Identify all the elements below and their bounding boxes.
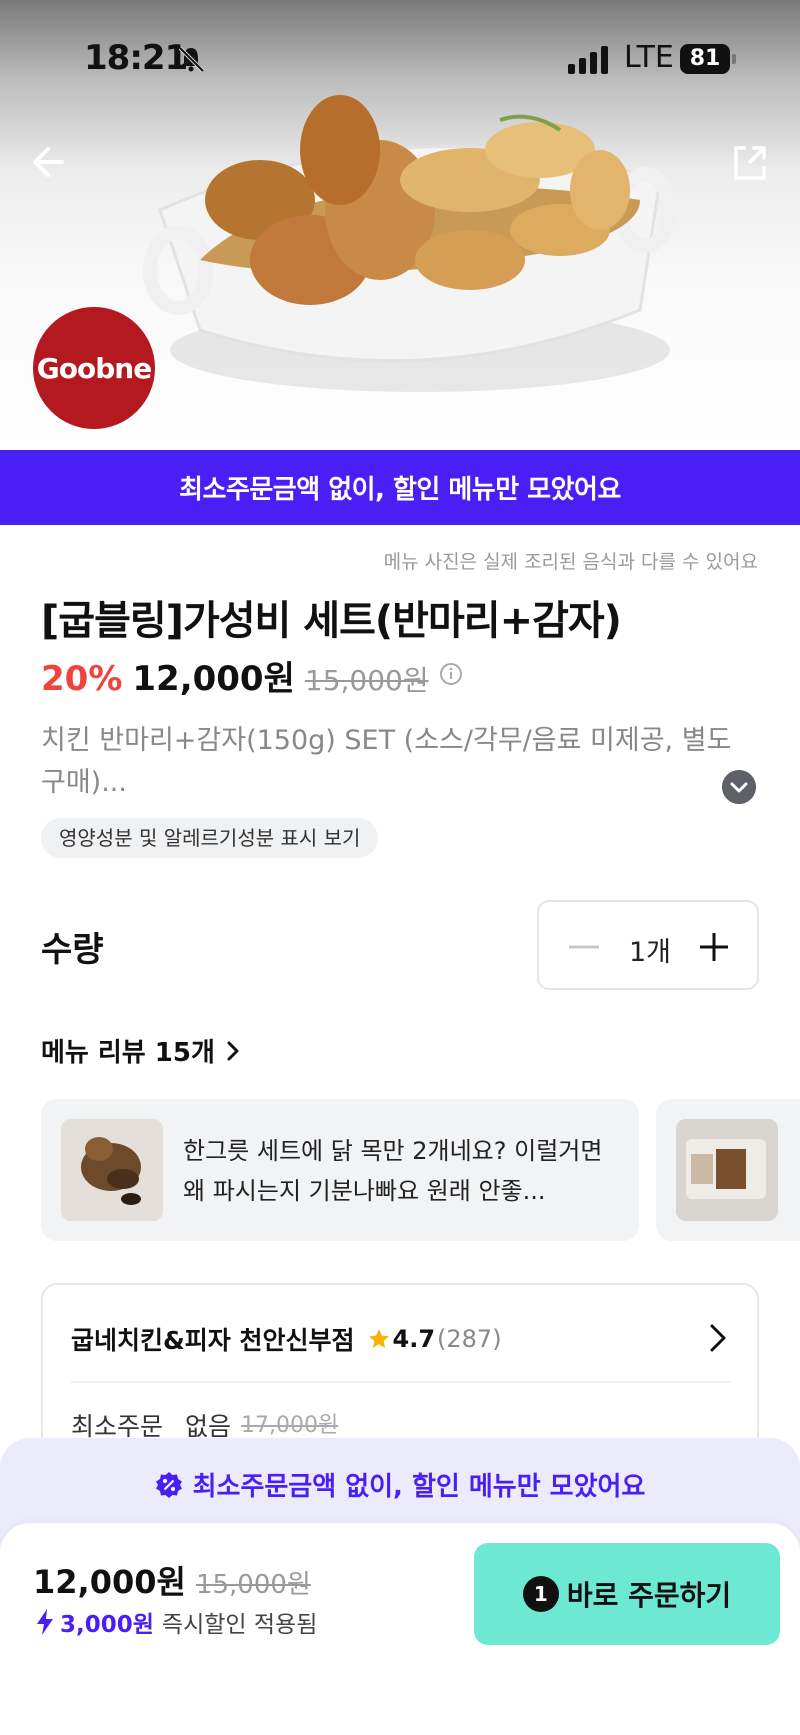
sale-price: 12,000원 bbox=[132, 659, 295, 699]
order-bottom-sheet: 최소주문금액 없이, 할인 메뉴만 모았어요 12,000원 15,000원 3… bbox=[0, 1438, 800, 1735]
instant-discount-row: 3,000원 즉시할인 적용됨 bbox=[36, 1605, 317, 1639]
order-summary-bar: 12,000원 15,000원 3,000원 즉시할인 적용됨 1 바로 주문하… bbox=[0, 1523, 800, 1735]
share-icon[interactable] bbox=[728, 140, 772, 184]
star-icon bbox=[368, 1329, 389, 1348]
review-count: 메뉴 리뷰 15개 bbox=[41, 1038, 215, 1068]
quantity-stepper: 1개 bbox=[537, 900, 759, 990]
saving-label: 즉시할인 적용됨 bbox=[161, 1612, 318, 1638]
plus-icon[interactable] bbox=[697, 930, 731, 964]
chevron-right-icon[interactable] bbox=[703, 1321, 733, 1355]
review-card[interactable] bbox=[656, 1099, 800, 1241]
chevron-right-icon bbox=[227, 1041, 239, 1060]
battery-level: 81 bbox=[680, 44, 730, 74]
arrow-left-icon[interactable] bbox=[28, 140, 72, 184]
saving-amount: 3,000원 bbox=[60, 1612, 154, 1638]
bottom-promo-text: 최소주문금액 없이, 할인 메뉴만 모았어요 bbox=[192, 1472, 646, 1502]
divider bbox=[71, 1381, 731, 1383]
lightning-icon bbox=[37, 1609, 53, 1635]
chevron-down-icon[interactable] bbox=[722, 770, 756, 804]
order-button-label: 바로 주문하기 bbox=[566, 1579, 732, 1612]
photo-disclaimer: 메뉴 사진은 실제 조리된 음식과 다를 수 있어요 bbox=[383, 551, 758, 573]
brand-logo-text: Goobne bbox=[36, 351, 152, 385]
signal-strength-icon bbox=[568, 46, 608, 74]
menu-title: [굽블링]가성비 세트(반마리+감자) bbox=[41, 598, 622, 644]
store-rating-count: (287) bbox=[437, 1325, 502, 1353]
status-bar: 18:21 LTE 81 bbox=[0, 0, 800, 120]
battery-indicator: 81 bbox=[680, 44, 736, 74]
promo-banner-text: 최소주문금액 없이, 할인 메뉴만 모았어요 bbox=[179, 475, 621, 505]
bell-muted-icon bbox=[178, 46, 205, 73]
discount-rate: 20% bbox=[41, 659, 123, 699]
store-rating: 4.7 bbox=[392, 1325, 436, 1353]
total-original-price: 15,000원 bbox=[195, 1570, 311, 1600]
store-name-row: 굽네치킨&피자 천안신부점 4.7 (287) bbox=[71, 1321, 502, 1357]
nutrition-info-button[interactable]: 영양성분 및 알레르기성분 표시 보기 bbox=[41, 818, 379, 858]
review-card[interactable]: 한그릇 세트에 닭 목만 2개네요? 이럴거면 왜 파시는지 기분나빠요 원래 … bbox=[41, 1099, 639, 1241]
order-count-badge: 1 bbox=[522, 1576, 559, 1612]
hero-image-area: 18:21 LTE 81 Goobne bbox=[0, 0, 800, 450]
original-price: 15,000원 bbox=[304, 664, 429, 697]
promo-banner[interactable]: 최소주문금액 없이, 할인 메뉴만 모았어요 bbox=[0, 450, 800, 525]
discount-badge-icon bbox=[155, 1471, 182, 1498]
store-name: 굽네치킨&피자 천안신부점 bbox=[71, 1326, 355, 1355]
review-section-link[interactable]: 메뉴 리뷰 15개 bbox=[41, 1032, 241, 1069]
clock-time: 18:21 bbox=[84, 38, 188, 78]
total-price: 12,000원 bbox=[33, 1563, 186, 1601]
network-type: LTE bbox=[624, 40, 674, 75]
quantity-label: 수량 bbox=[41, 930, 104, 970]
price-row: 20% 12,000원 15,000원 bbox=[41, 651, 463, 699]
total-price-row: 12,000원 15,000원 bbox=[33, 1557, 311, 1603]
order-now-button[interactable]: 1 바로 주문하기 bbox=[474, 1543, 780, 1645]
brand-logo[interactable]: Goobne bbox=[33, 307, 155, 429]
info-icon[interactable] bbox=[439, 662, 463, 686]
menu-description: 치킨 반마리+감자(150g) SET (소스/각무/음료 미제공, 별도 구매… bbox=[41, 725, 732, 798]
review-photo bbox=[61, 1119, 163, 1221]
review-photo bbox=[676, 1119, 778, 1221]
review-text: 한그릇 세트에 닭 목만 2개네요? 이럴거면 왜 파시는지 기분나빠요 원래 … bbox=[183, 1137, 603, 1205]
